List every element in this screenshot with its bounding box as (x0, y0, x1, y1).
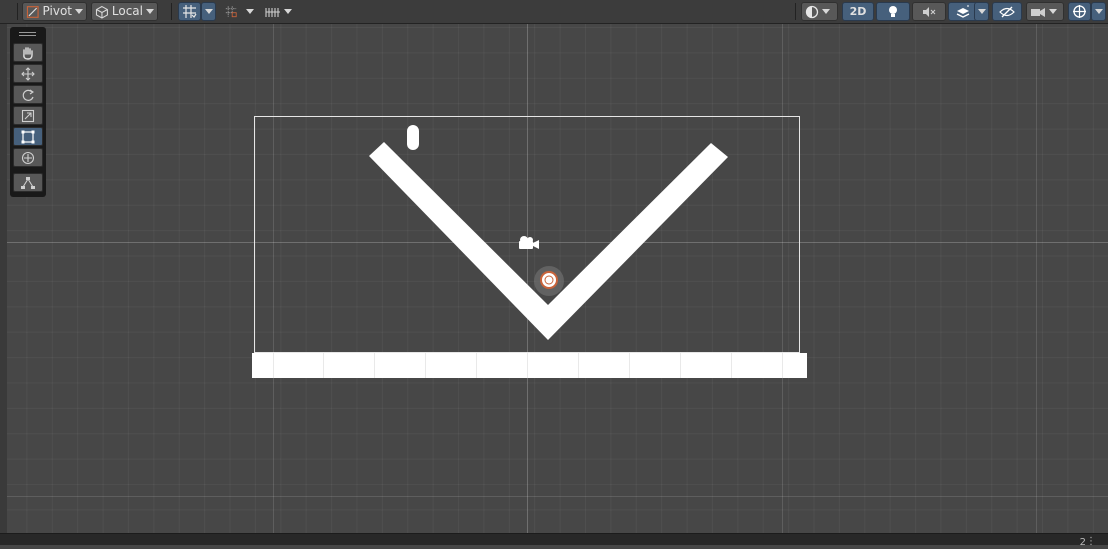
mode-2d-label: 2D (849, 5, 867, 18)
toolbar-separator (171, 3, 172, 20)
audio-mute-icon (923, 6, 936, 17)
mode-2d-button[interactable]: 2D (842, 2, 874, 21)
grid-snap-dropdown[interactable] (201, 2, 216, 21)
rect-icon (21, 130, 35, 143)
ball-sprite[interactable] (539, 270, 559, 290)
cube-icon (95, 5, 108, 19)
more-options-icon[interactable]: ⋮ (1086, 535, 1096, 548)
capsule-sprite[interactable] (407, 125, 419, 150)
toolbar-separator (17, 3, 18, 20)
chevron-down-icon (284, 9, 292, 14)
scale-icon (21, 109, 35, 122)
custom-tool-icon (21, 176, 35, 189)
local-dropdown[interactable]: Local (91, 2, 158, 21)
tool-palette (10, 27, 46, 197)
audio-button[interactable] (912, 2, 946, 21)
chevron-down-icon (204, 9, 213, 14)
gizmos-dropdown[interactable] (1091, 2, 1106, 21)
grid-snap-button[interactable] (178, 2, 201, 21)
gizmos-icon (1073, 5, 1086, 18)
scale-tool-button[interactable] (13, 106, 43, 125)
local-label: Local (111, 4, 143, 18)
rotate-icon (22, 89, 34, 101)
hand-tool-button[interactable] (13, 43, 43, 62)
move-tool-button[interactable] (13, 64, 43, 83)
custom-tool-button[interactable] (13, 173, 43, 192)
pivot-dropdown[interactable]: Pivot (22, 2, 87, 21)
transform-tool-button[interactable] (13, 148, 43, 167)
chevron-down-icon (146, 9, 154, 14)
move-icon (21, 66, 35, 81)
ruler-icon (265, 7, 280, 17)
ruler-dropdown[interactable] (261, 2, 297, 21)
camera-gizmo-icon[interactable] (516, 235, 540, 251)
scene-toolbar: Pivot Local 2D (0, 0, 1108, 24)
chevron-down-icon (977, 9, 986, 14)
pivot-label: Pivot (42, 4, 72, 18)
shading-mode-icon (805, 5, 819, 18)
pivot-icon (26, 5, 39, 18)
hand-icon (23, 46, 33, 60)
visibility-icon (999, 6, 1015, 17)
chevron-down-icon (822, 9, 830, 14)
chevron-down-icon (1049, 9, 1057, 14)
draw-mode-dropdown[interactable] (801, 2, 838, 21)
camera-dropdown[interactable] (1026, 2, 1064, 21)
effects-icon (956, 4, 970, 18)
right-ramp-sprite[interactable] (548, 143, 728, 340)
chevron-down-icon (75, 9, 83, 14)
rect-tool-button[interactable] (13, 127, 43, 146)
camera-icon (1031, 7, 1045, 17)
status-bar: 2 ⋮ (0, 533, 1108, 548)
palette-grip-icon[interactable] (19, 32, 36, 33)
lighting-button[interactable] (876, 2, 910, 21)
grid-snap-icon (183, 5, 197, 18)
scene-view[interactable] (7, 24, 1108, 533)
rotate-tool-button[interactable] (13, 85, 43, 104)
increment-snap-icon (225, 6, 237, 18)
lightbulb-icon (889, 5, 897, 17)
gizmos-button[interactable] (1068, 2, 1091, 21)
toolbar-separator (795, 3, 796, 20)
effects-dropdown[interactable] (974, 2, 989, 21)
increment-snap-dropdown[interactable] (242, 2, 257, 21)
chevron-down-icon (1094, 9, 1103, 14)
increment-snap-button[interactable] (221, 2, 241, 21)
transform-icon (21, 151, 35, 164)
visibility-button[interactable] (992, 2, 1022, 21)
chevron-down-icon (245, 9, 254, 14)
